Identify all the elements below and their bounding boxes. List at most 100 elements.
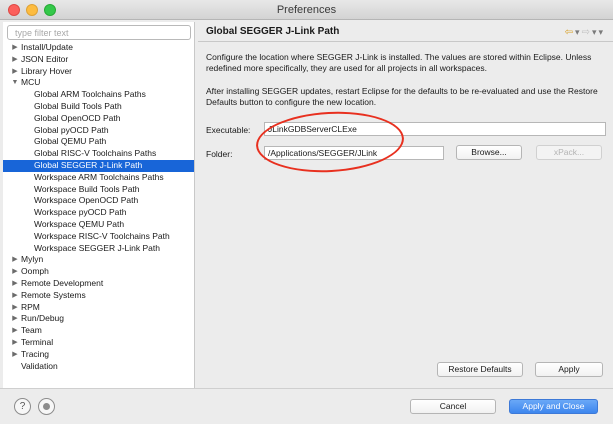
tree-item[interactable]: Global SEGGER J-Link Path [3,159,194,172]
tree-item[interactable]: ▶ JSON Editor [3,53,194,66]
tree-item-label: Workspace SEGGER J-Link Path [34,242,160,253]
tree-item-label: Global RISC-V Toolchains Paths [34,148,157,159]
page-restart-note: After installing SEGGER updates, restart… [206,86,598,107]
tree-item[interactable]: Workspace QEMU Path [3,218,194,231]
disclosure-collapsed-icon[interactable]: ▶ [11,266,19,278]
chevron-down-icon[interactable]: ▾ [575,27,580,38]
preferences-tree: ▶ Install/Update ▶ JSON Editor ▶ Library Hove… [3,42,194,373]
tree-item-label: Global QEMU Path [34,136,107,147]
tree-item[interactable]: ▶ Terminal [3,336,194,349]
disclosure-collapsed-icon[interactable]: ▶ [11,254,19,266]
filter-input[interactable] [7,25,191,40]
tree-item-label: Library Hover [21,65,73,76]
executable-label: Executable: [206,125,251,135]
forward-arrow-icon[interactable]: ⇨ [582,27,590,38]
preferences-window: Preferences ▶Install/Update▶JSON Editor▶… [0,0,613,424]
page-navigation: ⇦ ▾ ⇨ ▾ ▾ [565,26,603,38]
disclosure-collapsed-icon[interactable]: ▶ [11,42,19,54]
tree-item[interactable]: ▶ Oomph [3,266,194,278]
tree-item[interactable]: Validation [3,360,194,373]
tree-item[interactable]: ▶ Tracing [3,348,194,361]
disclosure-collapsed-icon[interactable]: ▶ [11,313,19,325]
tree-item-label: Workspace RISC-V Toolchains Path [34,230,170,241]
xpack-button[interactable]: xPack... [536,145,602,160]
tree-item-label: Mylyn [21,254,44,265]
tree-item[interactable]: ▶ Remote Systems [3,289,194,302]
preferences-tree-pane: ▶Install/Update▶JSON Editor▶Library Hove… [3,22,195,388]
tree-item-label: Workspace ARM Toolchains Paths [34,171,164,182]
disclosure-collapsed-icon[interactable]: ▶ [11,349,19,361]
back-arrow-icon[interactable]: ⇦ [565,27,573,38]
disclosure-collapsed-icon[interactable]: ▶ [11,337,19,349]
window-title: Preferences [276,4,337,16]
page-title: Global SEGGER J-Link Path [206,26,340,37]
executable-field[interactable] [264,122,606,136]
tree-item-label: Global Build Tools Path [34,100,122,111]
disclosure-collapsed-icon[interactable]: ▶ [11,54,19,66]
tree-item-label: Workspace QEMU Path [34,218,125,229]
page-description: Configure the location where SEGGER J-Li… [206,52,592,73]
browse-button[interactable]: Browse... [456,145,522,160]
disclosure-collapsed-icon[interactable]: ▶ [11,325,19,337]
disclosure-collapsed-icon[interactable]: ▶ [11,290,19,302]
tree-item[interactable]: ▶ Team [3,325,194,337]
tree-item[interactable]: Workspace ARM Toolchains Paths [3,171,194,184]
import-export-icon[interactable] [38,398,55,415]
tree-item[interactable]: ▶ Remote Development [3,277,194,290]
tree-item[interactable]: Global RISC-V Toolchains Paths [3,148,194,160]
tree-item-label: Global ARM Toolchains Paths [34,89,146,100]
tree-item[interactable]: Global ARM Toolchains Paths [3,89,194,101]
tree-item[interactable]: Workspace OpenOCD Path [3,195,194,207]
tree-item[interactable]: ▶ Install/Update [3,42,194,54]
cancel-button[interactable]: Cancel [410,399,496,414]
tree-item[interactable]: ▶ RPM [3,301,194,314]
tree-item-label: Validation [21,360,58,371]
help-glyph: ? [19,401,26,412]
tree-item-label: Install/Update [21,42,73,52]
tree-item-label: Run/Debug [21,313,65,324]
tree-item-label: Workspace OpenOCD Path [34,195,139,206]
tree-item-label: Remote Systems [21,289,86,300]
tree-item-label: RPM [21,301,40,312]
tree-item-label: JSON Editor [21,53,69,64]
tree-item-label: Tracing [21,348,50,359]
tree-item[interactable]: ▶ Run/Debug [3,313,194,325]
tree-item-label: Oomph [21,266,49,277]
disclosure-collapsed-icon[interactable]: ▶ [11,302,19,314]
tree-item[interactable]: ▶ Library Hover [3,65,194,78]
disclosure-collapsed-icon[interactable]: ▶ [11,278,19,290]
tree-item[interactable]: Global Build Tools Path [3,100,194,113]
tree-item-label: Global pyOCD Path [34,124,109,135]
tree-item[interactable]: Workspace pyOCD Path [3,207,194,219]
tree-item-label: Workspace pyOCD Path [34,207,127,218]
restore-defaults-button[interactable]: Restore Defaults [437,362,523,377]
tree-item-label: Team [21,325,42,336]
folder-label: Folder: [206,149,233,159]
preference-page: Global SEGGER J-Link Path ⇦ ▾ ⇨ ▾ ▾ Conf… [198,22,613,388]
tree-item-label: Global OpenOCD Path [34,112,121,123]
tree-item[interactable]: Workspace RISC-V Toolchains Path [3,230,194,243]
disclosure-collapsed-icon[interactable]: ▶ [11,66,19,78]
apply-button[interactable]: Apply [535,362,603,377]
tree-item[interactable]: Global QEMU Path [3,136,194,148]
tree-item-label: Terminal [21,336,54,347]
folder-field[interactable] [264,146,444,160]
header-divider [198,41,613,42]
tree-item[interactable]: ▼ MCU [3,77,194,89]
view-menu-icon[interactable]: ▾ [598,27,603,38]
footer-divider [0,388,613,389]
tree-item[interactable]: Workspace Build Tools Path [3,183,194,196]
chevron-down-icon[interactable]: ▾ [592,27,597,38]
tree-item-label: Workspace Build Tools Path [34,183,140,194]
title-bar: Preferences [0,0,613,20]
disclosure-expanded-icon[interactable]: ▼ [11,77,19,89]
apply-and-close-button[interactable]: Apply and Close [509,399,598,414]
tree-item-label: Remote Development [21,277,104,288]
tree-item[interactable]: Global pyOCD Path [3,124,194,137]
tree-item-label: Global SEGGER J-Link Path [34,159,143,170]
tree-item[interactable]: Workspace SEGGER J-Link Path [3,242,194,255]
help-icon[interactable]: ? [14,398,31,415]
import-export-dot [43,403,50,410]
tree-item[interactable]: ▶ Mylyn [3,254,194,266]
tree-item[interactable]: Global OpenOCD Path [3,112,194,125]
